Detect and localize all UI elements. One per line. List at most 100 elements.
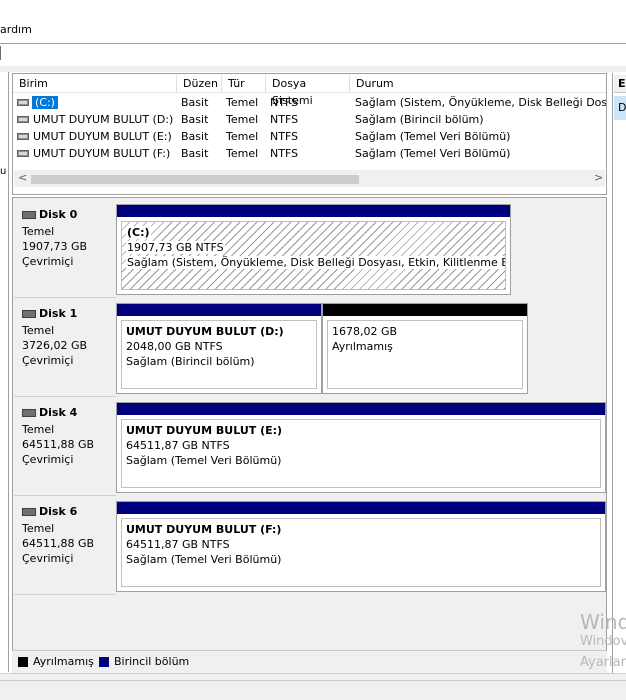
partition-bar xyxy=(117,502,605,514)
volume-type: Temel xyxy=(226,147,259,160)
volume-fs: NTFS xyxy=(270,113,299,126)
partition-title: (C:) xyxy=(126,226,151,239)
menu-item-help[interactable]: ardım xyxy=(0,23,32,36)
disk-size: 1907,73 GB xyxy=(22,240,88,253)
partition-status: Sağlam (Temel Veri Bölümü) xyxy=(126,553,282,566)
drive-icon xyxy=(17,116,29,123)
column-header-type[interactable]: Tür xyxy=(222,75,266,92)
disk-state: Çevrimiçi xyxy=(22,255,74,268)
volume-layout: Basit xyxy=(181,113,209,126)
partition-bar xyxy=(323,304,527,316)
actions-pane xyxy=(612,73,626,673)
drive-icon xyxy=(17,99,29,106)
table-row[interactable]: UMUT DUYUM BULUT (F:) Basit Temel NTFS S… xyxy=(13,145,606,162)
volume-fs: NTFS xyxy=(270,130,299,143)
volume-status: Sağlam (Birincil bölüm) xyxy=(355,113,484,126)
partition-title: UMUT DUYUM BULUT (D:) xyxy=(126,325,284,338)
volume-status: Sağlam (Sistem, Önyükleme, Disk Belleği … xyxy=(355,96,606,109)
partition-c[interactable]: (C:) 1907,73 GB NTFS Sağlam (Sistem, Öny… xyxy=(116,204,511,295)
volume-name: (C:) xyxy=(32,96,58,109)
disk-name: Disk 6 xyxy=(39,505,78,518)
partition-status: Sağlam (Birincil bölüm) xyxy=(126,355,255,368)
volume-name: UMUT DUYUM BULUT (D:) xyxy=(33,113,174,126)
volume-status: Sağlam (Temel Veri Bölümü) xyxy=(355,147,511,160)
disk-icon xyxy=(22,310,36,318)
toolbar-separator xyxy=(0,46,1,60)
column-header-volume[interactable]: Birim xyxy=(13,75,177,92)
activation-watermark-line3: Ayarlar xyxy=(580,655,626,670)
partition-bar xyxy=(117,205,510,217)
volume-status: Sağlam (Temel Veri Bölümü) xyxy=(355,130,511,143)
console-tree-pane xyxy=(0,72,9,672)
partition-bar xyxy=(117,304,321,316)
table-row[interactable]: (C:) Basit Temel NTFS Sağlam (Sistem, Ön… xyxy=(13,94,606,111)
disk-name: Disk 1 xyxy=(39,307,78,320)
header-divider xyxy=(13,92,606,93)
disk-size: 64511,88 GB xyxy=(22,537,95,550)
status-divider xyxy=(0,680,626,681)
drive-icon xyxy=(17,133,29,140)
disk-label-6[interactable]: Disk 6 Temel 64511,88 GB Çevrimiçi xyxy=(14,497,116,595)
volume-layout: Basit xyxy=(181,96,209,109)
activation-watermark-line2: Windov xyxy=(580,634,626,649)
partition-unallocated[interactable]: 1678,02 GB Ayrılmamış xyxy=(322,303,528,394)
volume-type: Temel xyxy=(226,130,259,143)
disk-state: Çevrimiçi xyxy=(22,453,74,466)
console-tree-text: u xyxy=(0,166,7,177)
disk-type: Temel xyxy=(22,423,55,436)
legend-unallocated: Ayrılmamış xyxy=(33,655,94,668)
activation-watermark: Wind xyxy=(580,610,626,634)
partition-size: 1907,73 GB NTFS xyxy=(126,241,225,254)
partition-e[interactable]: UMUT DUYUM BULUT (E:) 64511,87 GB NTFS S… xyxy=(116,402,606,493)
disk-icon xyxy=(22,508,36,516)
partition-f[interactable]: UMUT DUYUM BULUT (F:) 64511,87 GB NTFS S… xyxy=(116,501,606,592)
status-bar xyxy=(0,673,626,700)
volume-fs: NTFS xyxy=(270,147,299,160)
disk-name: Disk 4 xyxy=(39,406,78,419)
partition-size: 64511,87 GB NTFS xyxy=(126,439,230,452)
disk-label-1[interactable]: Disk 1 Temel 3726,02 GB Çevrimiçi xyxy=(14,299,116,397)
volume-layout: Basit xyxy=(181,130,209,143)
volume-name: UMUT DUYUM BULUT (F:) xyxy=(33,147,171,160)
disk-size: 3726,02 GB xyxy=(22,339,88,352)
column-header-file-system[interactable]: Dosya Sistemi xyxy=(266,75,350,107)
volume-type: Temel xyxy=(226,113,259,126)
partition-size: 1678,02 GB xyxy=(332,325,398,338)
disk-icon xyxy=(22,211,36,219)
scroll-right-icon[interactable]: > xyxy=(594,171,603,184)
legend-primary: Birincil bölüm xyxy=(114,655,190,668)
scroll-left-icon[interactable]: < xyxy=(18,171,27,184)
disk-type: Temel xyxy=(22,324,55,337)
table-row[interactable]: UMUT DUYUM BULUT (D:) Basit Temel NTFS S… xyxy=(13,111,606,128)
menu-bar xyxy=(0,0,626,42)
volume-type: Temel xyxy=(226,96,259,109)
partition-bar xyxy=(117,403,605,415)
disk-state: Çevrimiçi xyxy=(22,354,74,367)
disk-label-4[interactable]: Disk 4 Temel 64511,88 GB Çevrimiçi xyxy=(14,398,116,496)
disk-size: 64511,88 GB xyxy=(22,438,95,451)
drive-icon xyxy=(17,150,29,157)
volume-layout: Basit xyxy=(181,147,209,160)
column-header-status[interactable]: Durum xyxy=(350,75,606,92)
disk-label-0[interactable]: Disk 0 Temel 1907,73 GB Çevrimiçi xyxy=(14,200,116,298)
legend-unallocated-swatch xyxy=(18,657,28,667)
actions-item[interactable]: D xyxy=(614,96,626,120)
disk-type: Temel xyxy=(22,522,55,535)
table-row[interactable]: UMUT DUYUM BULUT (E:) Basit Temel NTFS S… xyxy=(13,128,606,145)
partition-title: UMUT DUYUM BULUT (E:) xyxy=(126,424,283,437)
volume-list: Birim Düzen Tür Dosya Sistemi Durum (C:)… xyxy=(12,73,607,195)
disk-name: Disk 0 xyxy=(39,208,78,221)
volume-name: UMUT DUYUM BULUT (E:) xyxy=(33,130,172,143)
partition-status: Sağlam (Temel Veri Bölümü) xyxy=(126,454,282,467)
scrollbar-thumb[interactable] xyxy=(31,175,359,184)
legend-primary-swatch xyxy=(99,657,109,667)
partition-size: 2048,00 GB NTFS xyxy=(126,340,223,353)
partition-size: 64511,87 GB NTFS xyxy=(126,538,230,551)
partition-title: UMUT DUYUM BULUT (F:) xyxy=(126,523,282,536)
partition-d[interactable]: UMUT DUYUM BULUT (D:) 2048,00 GB NTFS Sa… xyxy=(116,303,322,394)
column-header-layout[interactable]: Düzen xyxy=(177,75,222,92)
partition-status: Sağlam (Sistem, Önyükleme, Disk Belleği … xyxy=(126,256,505,269)
disk-type: Temel xyxy=(22,225,55,238)
volume-fs: NTFS xyxy=(270,96,299,109)
toolbar-gap xyxy=(0,66,626,72)
